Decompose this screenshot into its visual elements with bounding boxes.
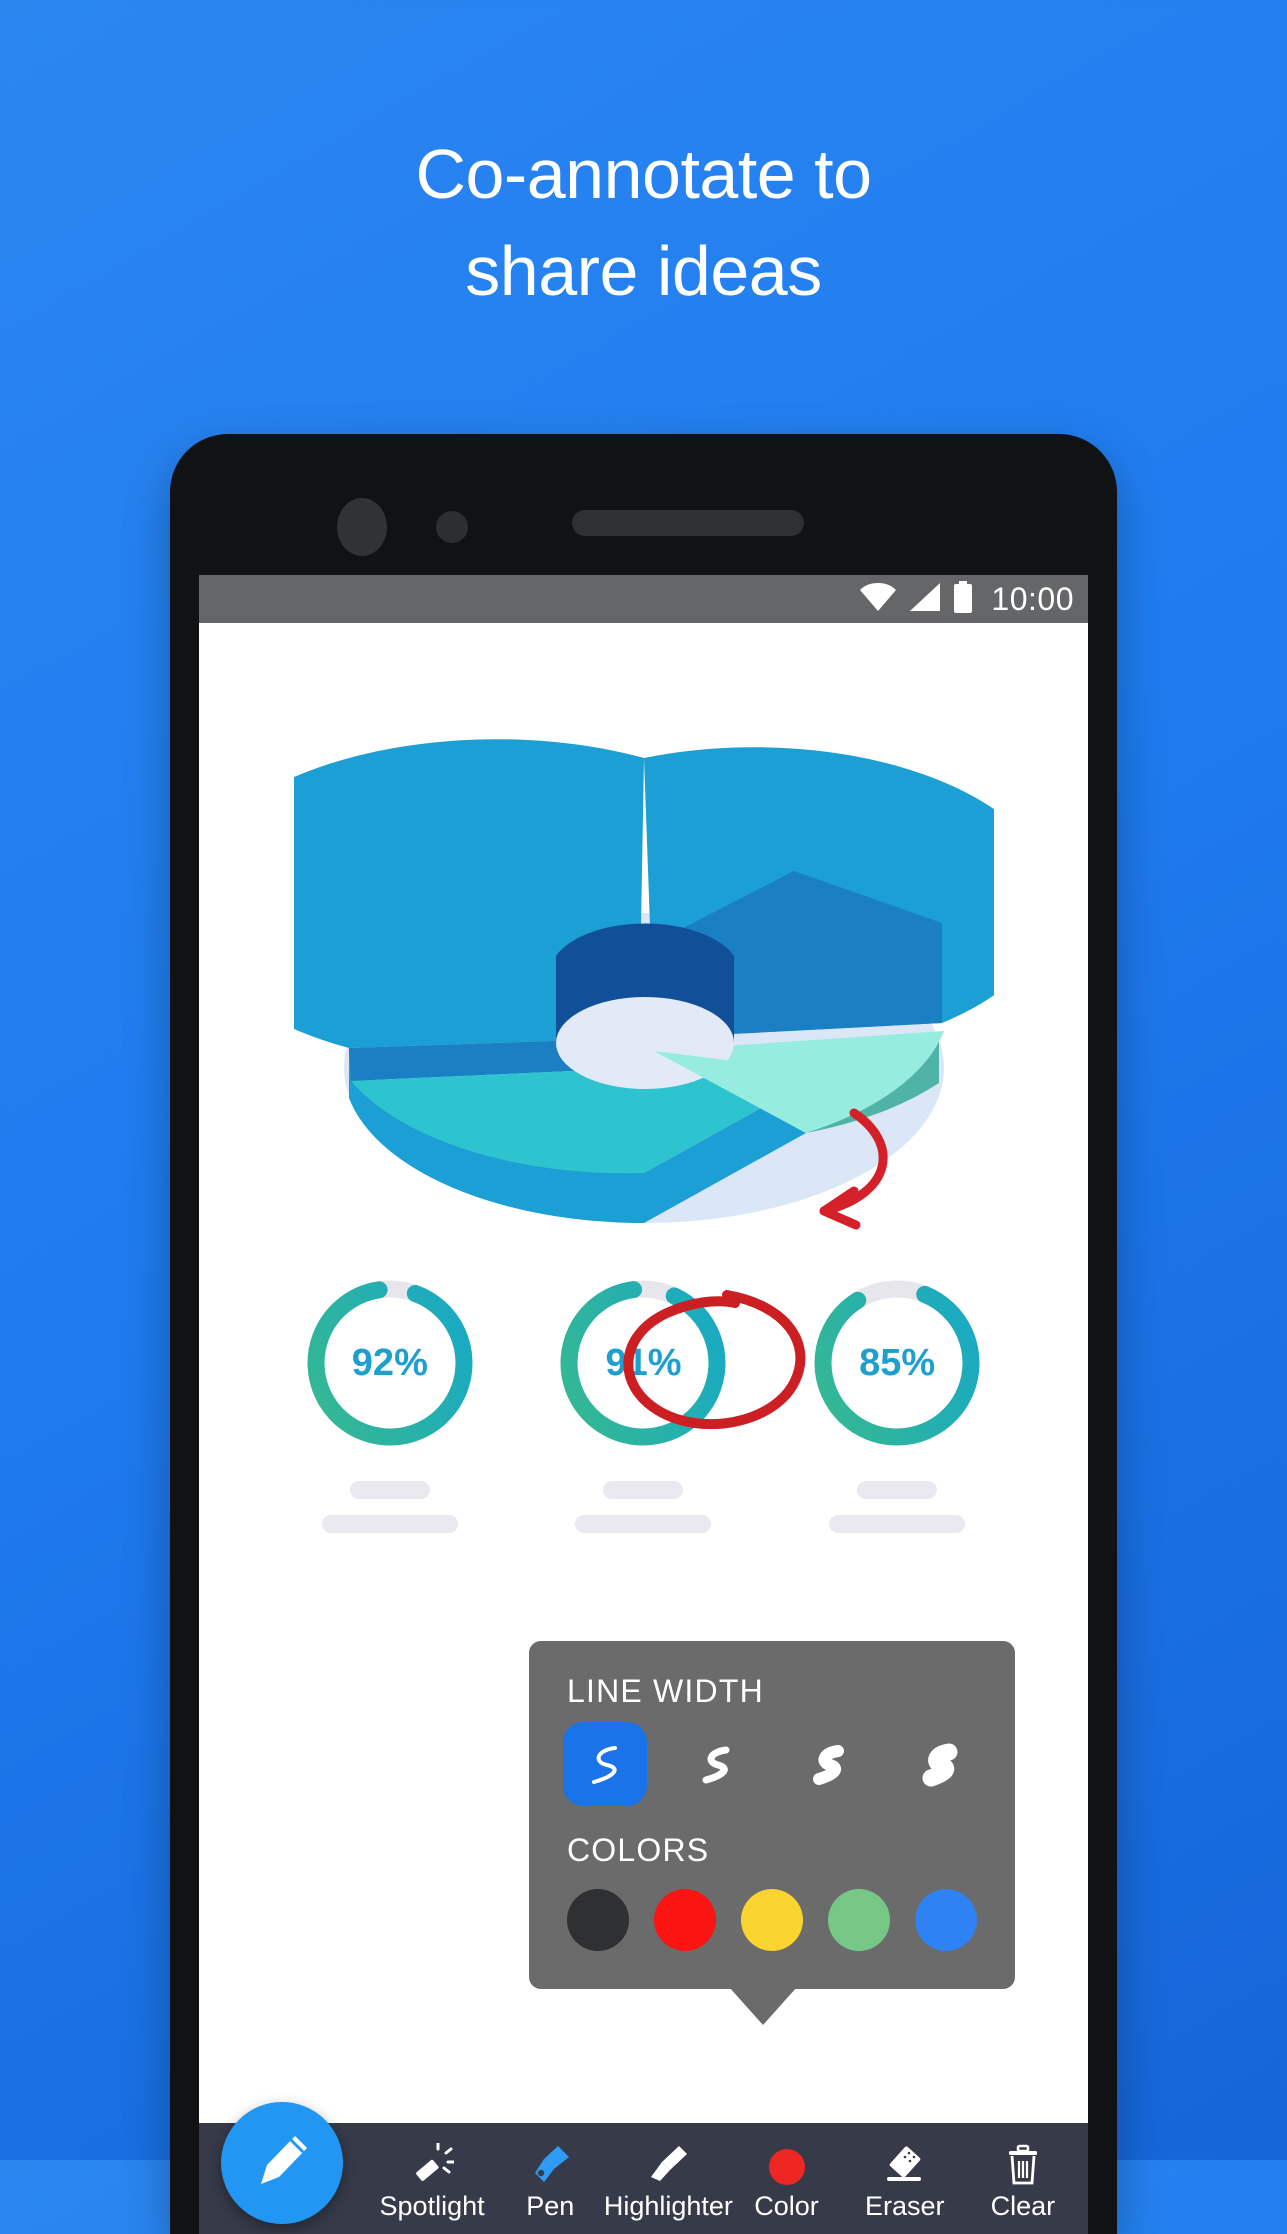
line-width-option-2[interactable] <box>674 1722 758 1806</box>
phone-screen: 10:00 92% 91% 85% LINE WIDTH COLORS Spot… <box>199 575 1088 2234</box>
popup-tail <box>729 1987 797 2025</box>
color-dot-icon <box>765 2137 809 2187</box>
tool-highlighter[interactable]: Highlighter <box>604 2137 733 2221</box>
annotation-canvas[interactable]: 92% 91% 85% LINE WIDTH COLORS <box>199 623 1088 2234</box>
tool-color-label: Color <box>754 2190 819 2221</box>
tool-pen[interactable]: Pen <box>494 2137 606 2221</box>
tool-eraser-label: Eraser <box>864 2190 945 2221</box>
placeholder-bar <box>321 1515 458 1533</box>
front-camera-icon <box>337 498 387 556</box>
highlighter-icon <box>646 2137 690 2187</box>
placeholder-bars-2 <box>553 1481 733 1533</box>
tool-pen-label: Pen <box>526 2190 575 2221</box>
page-title: Co-annotate to share ideas <box>0 126 1287 320</box>
pencil-icon <box>249 2128 315 2199</box>
tool-highlighter-label: Highlighter <box>603 2190 733 2221</box>
cellular-signal-icon <box>909 582 941 617</box>
phone-mockup: 10:00 92% 91% 85% LINE WIDTH COLORS Spot… <box>170 434 1117 2234</box>
progress-ring-1: 92% <box>300 1273 480 1453</box>
progress-ring-1-value: 92% <box>351 1341 428 1384</box>
status-bar: 10:00 <box>199 575 1088 623</box>
color-swatch-green[interactable] <box>828 1889 890 1951</box>
placeholder-bar <box>603 1481 684 1499</box>
placeholder-bar <box>829 1515 966 1533</box>
color-swatches <box>529 1869 1015 1951</box>
battery-icon <box>953 580 973 618</box>
placeholder-bar <box>575 1515 712 1533</box>
phone-bezel-top <box>170 434 1117 575</box>
color-swatch-red[interactable] <box>654 1889 716 1951</box>
earpiece-speaker <box>572 510 804 536</box>
headline-line-1: Co-annotate to <box>415 135 872 213</box>
tool-clear-label: Clear <box>990 2190 1056 2221</box>
wifi-icon <box>859 582 897 617</box>
placeholder-bars-1 <box>300 1481 480 1533</box>
line-width-options <box>529 1710 1015 1806</box>
pen-icon <box>528 2137 572 2187</box>
eraser-icon <box>883 2137 927 2187</box>
annotation-toolbar: Spotlight Pen Highlighter Color Eraser C… <box>199 2102 1088 2234</box>
line-width-option-4[interactable] <box>897 1722 981 1806</box>
placeholder-bar <box>349 1481 430 1499</box>
color-swatch-black[interactable] <box>567 1889 629 1951</box>
toolbar-items: Spotlight Pen Highlighter Color Eraser C… <box>367 2123 1088 2234</box>
colors-label: COLORS <box>567 1832 710 1868</box>
line-width-option-1[interactable] <box>563 1722 647 1806</box>
placeholder-bars-3 <box>807 1481 987 1533</box>
tool-eraser[interactable]: Eraser <box>849 2137 961 2221</box>
pen-options-popup: LINE WIDTH COLORS <box>529 1641 1015 2025</box>
tool-color[interactable]: Color <box>731 2137 843 2221</box>
color-swatch-yellow[interactable] <box>741 1889 803 1951</box>
line-width-option-3[interactable] <box>786 1722 870 1806</box>
headline-line-2: share ideas <box>465 232 822 310</box>
spotlight-icon <box>410 2137 455 2187</box>
tool-spotlight[interactable]: Spotlight <box>376 2137 488 2221</box>
red-circle-scribble <box>623 1290 806 1430</box>
tool-spotlight-label: Spotlight <box>379 2190 485 2221</box>
donut-chart-3d <box>199 713 1088 1273</box>
line-width-label: LINE WIDTH <box>567 1673 764 1709</box>
placeholder-bars-row <box>199 1481 1088 1533</box>
status-bar-clock: 10:00 <box>991 580 1074 617</box>
draw-fab[interactable] <box>221 2102 343 2224</box>
placeholder-bar <box>857 1481 938 1499</box>
trash-icon <box>1001 2137 1045 2187</box>
tool-clear[interactable]: Clear <box>967 2137 1079 2221</box>
color-swatch-blue[interactable] <box>915 1889 977 1951</box>
proximity-sensor-icon <box>436 511 468 543</box>
